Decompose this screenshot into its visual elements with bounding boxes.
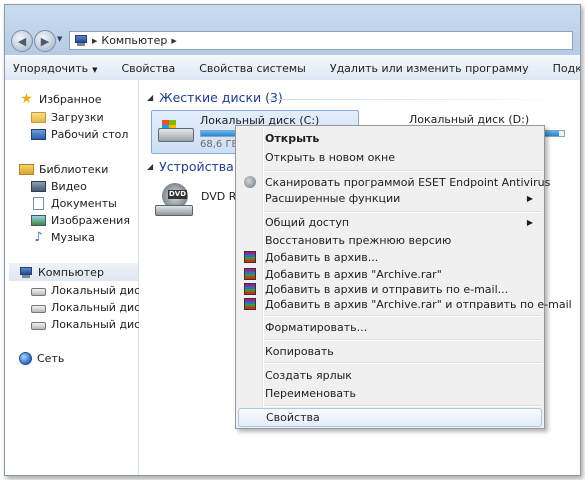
menu-item-share[interactable]: Общий доступ ▶ <box>238 213 542 232</box>
menu-separator <box>265 339 542 341</box>
windows-drive-icon <box>158 120 194 144</box>
menu-separator <box>265 170 542 172</box>
expand-triangle-icon[interactable]: ◢ <box>147 93 153 102</box>
expand-triangle-icon[interactable]: ◢ <box>147 162 153 171</box>
music-note-icon: ♪ <box>34 229 43 245</box>
caret-down-icon: ▼ <box>92 65 98 74</box>
sidebar-label: Библиотеки <box>39 162 109 176</box>
menu-separator <box>265 362 542 364</box>
drive-icon <box>31 304 46 313</box>
command-bar: Упорядочить ▼ Свойства Свойства системы У… <box>5 55 580 81</box>
forward-button[interactable]: ▶ <box>34 30 56 52</box>
dvd-badge: DVD <box>168 190 188 199</box>
sidebar-label: Рабочий стол <box>51 127 129 141</box>
arrow-right-icon: ▶ <box>40 34 50 48</box>
menu-label: Восстановить прежнюю версию <box>265 234 452 247</box>
menu-label: Переименовать <box>265 387 357 400</box>
uninstall-program-button[interactable]: Удалить или изменить программу <box>318 62 541 75</box>
menu-item-add-archive-rar-email[interactable]: Добавить в архив "Archive.rar" и отправи… <box>238 295 572 314</box>
desktop-icon <box>31 128 46 140</box>
menu-label: Общий доступ <box>265 216 350 229</box>
menu-label: Открыть <box>265 132 320 145</box>
sidebar-label: Избранное <box>39 92 102 106</box>
context-menu: Открыть Открыть в новом окне Сканировать… <box>235 125 572 429</box>
sidebar-item-favorites[interactable]: ★ Избранное <box>19 90 101 108</box>
properties-button[interactable]: Свойства <box>110 62 188 75</box>
menu-label: Добавить в архив... <box>265 251 379 264</box>
organize-label: Упорядочить <box>13 61 89 75</box>
menu-label: Копировать <box>265 345 334 358</box>
address-bar[interactable]: ▶ Компьютер ▶ <box>69 31 573 50</box>
menu-label: Расширенные функции <box>265 192 401 205</box>
menu-separator <box>265 405 542 407</box>
menu-label: Сканировать программой ESET Endpoint Ant… <box>265 176 551 189</box>
menu-item-create-shortcut[interactable]: Создать ярлык <box>238 366 542 385</box>
sidebar-label: Видео <box>51 179 87 193</box>
breadcrumb-computer[interactable]: Компьютер <box>101 34 167 47</box>
menu-label: Форматировать... <box>265 321 368 334</box>
menu-label: Добавить в архив "Archive.rar" и отправи… <box>265 298 572 311</box>
menu-label: Открыть в новом окне <box>265 151 396 164</box>
submenu-arrow-icon: ▶ <box>526 194 533 203</box>
sidebar-label: Музыка <box>51 230 95 244</box>
organize-button[interactable]: Упорядочить ▼ <box>5 62 110 75</box>
menu-item-properties[interactable]: Свойства <box>238 408 542 427</box>
sidebar-item-computer[interactable]: Компьютер <box>9 263 138 281</box>
menu-item-format[interactable]: Форматировать... <box>238 318 542 337</box>
menu-separator <box>265 315 542 317</box>
winrar-icon <box>244 298 256 310</box>
chevron-right-icon[interactable]: ▶ <box>171 37 176 45</box>
sidebar-item-images[interactable]: Изображения <box>31 211 130 229</box>
drive-icon <box>31 321 46 330</box>
eset-antivirus-icon <box>244 176 256 188</box>
menu-item-copy[interactable]: Копировать <box>238 342 542 361</box>
sidebar-item-libraries[interactable]: Библиотеки <box>19 160 108 178</box>
group-hard-drives[interactable]: ◢ Жесткие диски (3) <box>147 90 283 105</box>
back-button[interactable]: ◀ <box>11 30 33 52</box>
dvd-drive-icon[interactable]: DVD <box>155 183 193 217</box>
menu-label: Создать ярлык <box>265 369 352 382</box>
menu-label: Свойства <box>266 411 320 424</box>
explorer-window: ◀ ▶ ▼ ▶ Компьютер ▶ Упорядочить ▼ Свойств… <box>4 4 581 476</box>
system-properties-button[interactable]: Свойства системы <box>187 62 318 75</box>
sidebar-label: Изображения <box>51 213 130 227</box>
menu-item-open[interactable]: Открыть <box>238 129 542 148</box>
image-icon <box>31 214 46 226</box>
arrow-left-icon: ◀ <box>17 34 27 48</box>
drive-icon <box>31 287 46 296</box>
sidebar-item-video[interactable]: Видео <box>31 177 87 195</box>
navigation-pane: ★ Избранное Загрузки Рабочий стол Библиот… <box>5 80 165 475</box>
network-globe-icon <box>19 351 32 365</box>
winrar-icon <box>244 268 256 280</box>
sidebar-label: Компьютер <box>38 265 104 279</box>
drive-c-free-space: 68,6 ГБ <box>200 139 239 150</box>
computer-icon <box>19 266 33 278</box>
sidebar-item-desktop[interactable]: Рабочий стол <box>31 125 128 143</box>
sidebar-label: Сеть <box>37 351 65 365</box>
downloads-folder-icon <box>31 111 46 123</box>
sidebar-item-documents[interactable]: Документы <box>31 194 117 212</box>
map-network-drive-button[interactable]: Подключить сетевой ди <box>541 62 580 75</box>
menu-item-advanced[interactable]: Расширенные функции ▶ <box>238 189 542 208</box>
winrar-icon <box>244 283 256 295</box>
menu-item-rename[interactable]: Переименовать <box>238 384 542 403</box>
star-icon: ★ <box>20 90 33 107</box>
recent-pages-dropdown[interactable]: ▼ <box>57 35 67 45</box>
sidebar-item-music[interactable]: ♪ Музыка <box>31 228 95 246</box>
winrar-icon <box>244 251 256 263</box>
group-title: Жесткие диски (3) <box>159 90 283 105</box>
chevron-right-icon[interactable]: ▶ <box>92 37 97 45</box>
document-icon <box>33 196 44 210</box>
title-bar: ◀ ▶ ▼ ▶ Компьютер ▶ <box>5 5 580 55</box>
computer-icon <box>74 35 88 46</box>
menu-item-open-new-window[interactable]: Открыть в новом окне <box>238 148 542 167</box>
sidebar-label: Загрузки <box>51 110 104 124</box>
sidebar-label: Документы <box>51 196 117 210</box>
library-icon <box>19 163 34 175</box>
sidebar-item-network[interactable]: Сеть <box>19 349 64 367</box>
video-icon <box>31 180 46 192</box>
group-divider <box>269 99 569 100</box>
sidebar-item-downloads[interactable]: Загрузки <box>31 108 104 126</box>
submenu-arrow-icon: ▶ <box>526 218 533 227</box>
